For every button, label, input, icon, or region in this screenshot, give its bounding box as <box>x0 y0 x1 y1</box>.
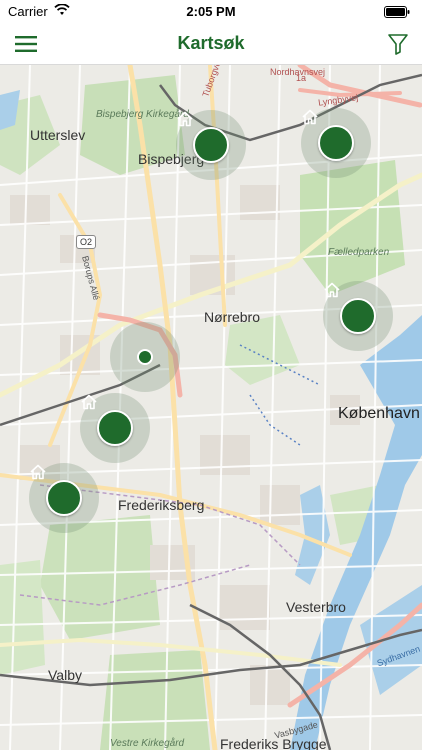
status-time: 2:05 PM <box>186 4 236 19</box>
map-label-utterslev: Utterslev <box>30 127 86 143</box>
house-icon <box>30 464 46 480</box>
navigation-bar: Kartsøk <box>0 24 422 65</box>
map-label-bispebjerg-kirkegard: Bispebjerg Kirkegård <box>96 109 189 120</box>
house-icon <box>177 111 193 127</box>
filter-button[interactable] <box>386 32 410 56</box>
battery-icon <box>384 6 410 21</box>
location-dot-icon <box>137 349 153 365</box>
map-label-route-1a: 1a <box>296 73 307 83</box>
funnel-filter-icon <box>388 34 408 55</box>
house-icon <box>302 109 318 125</box>
page-title: Kartsøk <box>177 33 245 53</box>
map-label-valby: Valby <box>48 667 82 683</box>
house-icon <box>81 394 97 410</box>
map-label-vesterbro: Vesterbro <box>286 599 346 615</box>
map-label-route-o2: O2 <box>76 235 97 249</box>
property-marker[interactable] <box>29 463 99 533</box>
property-marker[interactable] <box>176 110 246 180</box>
status-bar: Carrier 2:05 PM <box>0 0 422 24</box>
map-label-frederiks-brygge: Frederiks Brygge <box>220 736 327 750</box>
map-label-frederiksberg: Frederiksberg <box>118 497 205 513</box>
property-marker[interactable] <box>80 393 150 463</box>
map-label-faelledparken: Fælledparken <box>328 247 390 258</box>
map-label-kobenhavn: København <box>338 405 420 422</box>
property-marker[interactable] <box>323 281 393 351</box>
current-location-marker <box>110 322 180 392</box>
property-marker[interactable] <box>301 108 371 178</box>
house-icon <box>324 282 340 298</box>
map-label-norrebro: Nørrebro <box>204 309 261 325</box>
map-label-vestre-kirkegard: Vestre Kirkegård <box>110 738 185 749</box>
map-view[interactable]: Utterslev Bispebjerg Kirkegård Bispebjer… <box>0 65 422 750</box>
